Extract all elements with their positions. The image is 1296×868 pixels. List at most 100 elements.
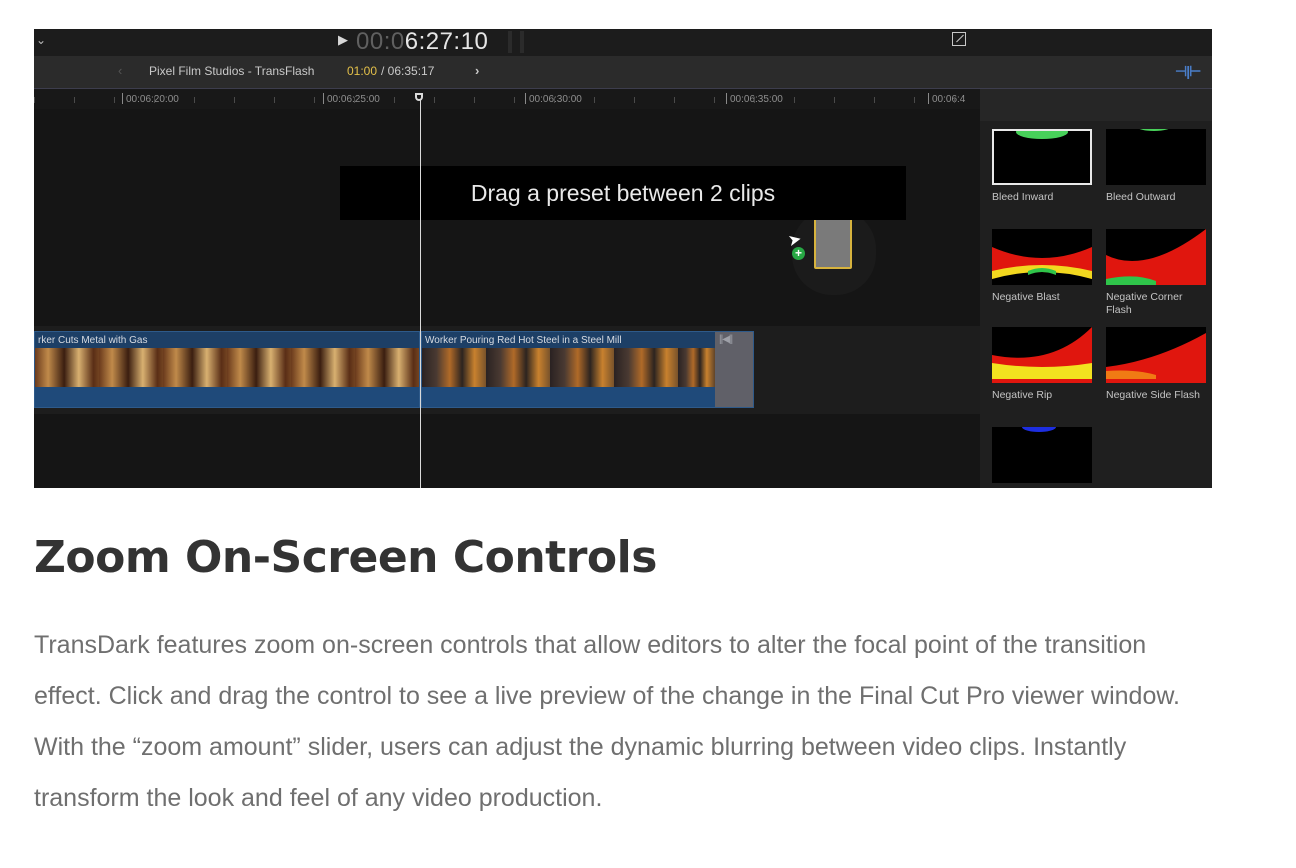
ruler-minor-tick	[434, 97, 435, 103]
timecode-display: 00:06:27:10	[356, 29, 488, 56]
ruler-minor-tick	[194, 97, 195, 103]
preset-thumbnail	[992, 229, 1092, 285]
ruler-minor-tick	[154, 97, 155, 103]
preset-graphic	[992, 327, 1092, 383]
ruler-tick	[122, 93, 123, 104]
chevron-down-icon[interactable]: ⌄	[36, 33, 46, 47]
video-clip[interactable]: Worker Pouring Red Hot Steel in a Steel …	[421, 331, 754, 408]
final-cut-pro-screenshot: ⌄ ▶ 00:06:27:10 ‹ Pixel Film Studios - T…	[34, 29, 1212, 488]
ruler-minor-tick	[114, 97, 115, 103]
project-name: Pixel Film Studios - TransFlash	[149, 64, 315, 78]
clip-frame	[291, 348, 364, 387]
chevron-right-icon[interactable]: ›	[475, 63, 479, 78]
project-bar: ‹ Pixel Film Studios - TransFlash 01:00 …	[34, 56, 1212, 89]
project-time-total: / 06:35:17	[381, 64, 435, 78]
preset-thumbnail	[992, 327, 1092, 383]
ruler-minor-tick	[34, 97, 35, 103]
ruler-tick	[525, 93, 526, 104]
preset-negative-blast[interactable]: Negative Blast	[992, 229, 1096, 304]
clip-frame	[99, 348, 172, 387]
ruler-minor-tick	[674, 97, 675, 103]
timecode-bar	[508, 31, 512, 53]
preset-label: Negative Corner Flash	[1106, 291, 1183, 316]
ruler-tick	[726, 93, 727, 104]
clip-audio-strip	[35, 387, 419, 407]
clip-end-handle[interactable]: ||◀||	[715, 332, 753, 407]
preset-glow	[1022, 427, 1056, 432]
clip-frame	[35, 348, 108, 387]
ruler-minor-tick	[794, 97, 795, 103]
clip-frame	[422, 348, 495, 387]
trim-handle-icon: ||◀||	[719, 334, 733, 345]
clip-frame	[486, 348, 559, 387]
audio-skimming-icon[interactable]: ⊣|⊢	[1175, 63, 1201, 80]
play-icon[interactable]: ▶	[338, 33, 348, 48]
preset-thumbnail	[992, 427, 1092, 483]
ruler-minor-tick	[954, 97, 955, 103]
preset-bleed-inward[interactable]: Bleed Inward	[992, 129, 1096, 204]
preset-negative-corner-flash[interactable]: Negative Corner Flash	[1106, 229, 1210, 317]
preset-thumbnail	[1106, 327, 1206, 383]
ruler-minor-tick	[554, 97, 555, 103]
timecode-bright: 6:27:10	[404, 29, 489, 55]
timecode-dim: 00:0	[356, 29, 405, 55]
preset-thumbnail	[1106, 129, 1206, 185]
ruler-minor-tick	[914, 97, 915, 103]
instruction-banner: Drag a preset between 2 clips	[340, 166, 906, 220]
preset-graphic	[992, 247, 1092, 279]
clip-frame	[163, 348, 236, 387]
dragged-preset[interactable]	[814, 217, 852, 269]
chevron-left-icon[interactable]: ‹	[118, 63, 122, 78]
preset-graphic	[1106, 229, 1206, 285]
playhead[interactable]	[420, 99, 421, 488]
fullscreen-icon[interactable]	[952, 32, 966, 46]
ruler-minor-tick	[514, 97, 515, 103]
preset-negative-side-flash[interactable]: Negative Side Flash	[1106, 327, 1210, 402]
ruler-label: 00:06:4	[932, 94, 966, 105]
preset-glow	[1016, 131, 1068, 139]
ruler-minor-tick	[74, 97, 75, 103]
preset-thumbnail	[992, 129, 1092, 185]
ruler-minor-tick	[474, 97, 475, 103]
clip-title: rker Cuts Metal with Gas	[38, 335, 148, 346]
clip-frame	[614, 348, 687, 387]
ruler-minor-tick	[354, 97, 355, 103]
clip-frame	[678, 348, 718, 387]
preset-thumbnail	[1106, 229, 1206, 285]
instruction-text: Drag a preset between 2 clips	[470, 180, 776, 206]
ruler-minor-tick	[754, 97, 755, 103]
ruler-minor-tick	[874, 97, 875, 103]
ruler-minor-tick	[714, 97, 715, 103]
ruler-label: 00:06:30:00	[529, 94, 582, 105]
preset-label: Negative Rip	[992, 389, 1053, 401]
article-body: TransDark features zoom on-screen contro…	[34, 631, 1180, 812]
transport-bar: ⌄ ▶ 00:06:27:10	[34, 29, 1212, 56]
preset-thumbnail-partial[interactable]	[992, 427, 1096, 488]
preset-label: Negative Side Flash	[1106, 389, 1200, 401]
timecode-bar	[520, 31, 524, 53]
ruler-minor-tick	[634, 97, 635, 103]
ruler-tick	[323, 93, 324, 104]
ruler-tick	[928, 93, 929, 104]
clip-filmstrip	[422, 348, 718, 387]
clip-audio-strip	[422, 387, 715, 407]
transitions-browser: Bleed Inward Bleed Outward Negative Blas…	[980, 89, 1212, 488]
ruler-label: 00:06:35:00	[730, 94, 783, 105]
article-heading: Zoom On-Screen Controls	[34, 532, 657, 583]
preset-negative-rip[interactable]: Negative Rip	[992, 327, 1096, 402]
browser-header	[980, 89, 1212, 121]
timeline-ruler[interactable]: 00:06:20:00 00:06:25:00 00:06:30:00 00:0…	[34, 89, 980, 109]
preset-glow	[1136, 129, 1172, 131]
preset-label: Bleed Outward	[1106, 191, 1176, 203]
clip-frame	[355, 348, 419, 387]
clip-title: Worker Pouring Red Hot Steel in a Steel …	[425, 335, 622, 346]
ruler-minor-tick	[594, 97, 595, 103]
add-badge-icon: +	[792, 247, 805, 260]
preset-bleed-outward[interactable]: Bleed Outward	[1106, 129, 1210, 204]
clip-filmstrip	[35, 348, 419, 387]
preset-label: Negative Blast	[992, 291, 1060, 303]
preset-label: Bleed Inward	[992, 191, 1054, 203]
video-clip[interactable]: rker Cuts Metal with Gas	[34, 331, 420, 408]
clip-frame	[550, 348, 623, 387]
playhead-marker[interactable]	[415, 93, 423, 101]
